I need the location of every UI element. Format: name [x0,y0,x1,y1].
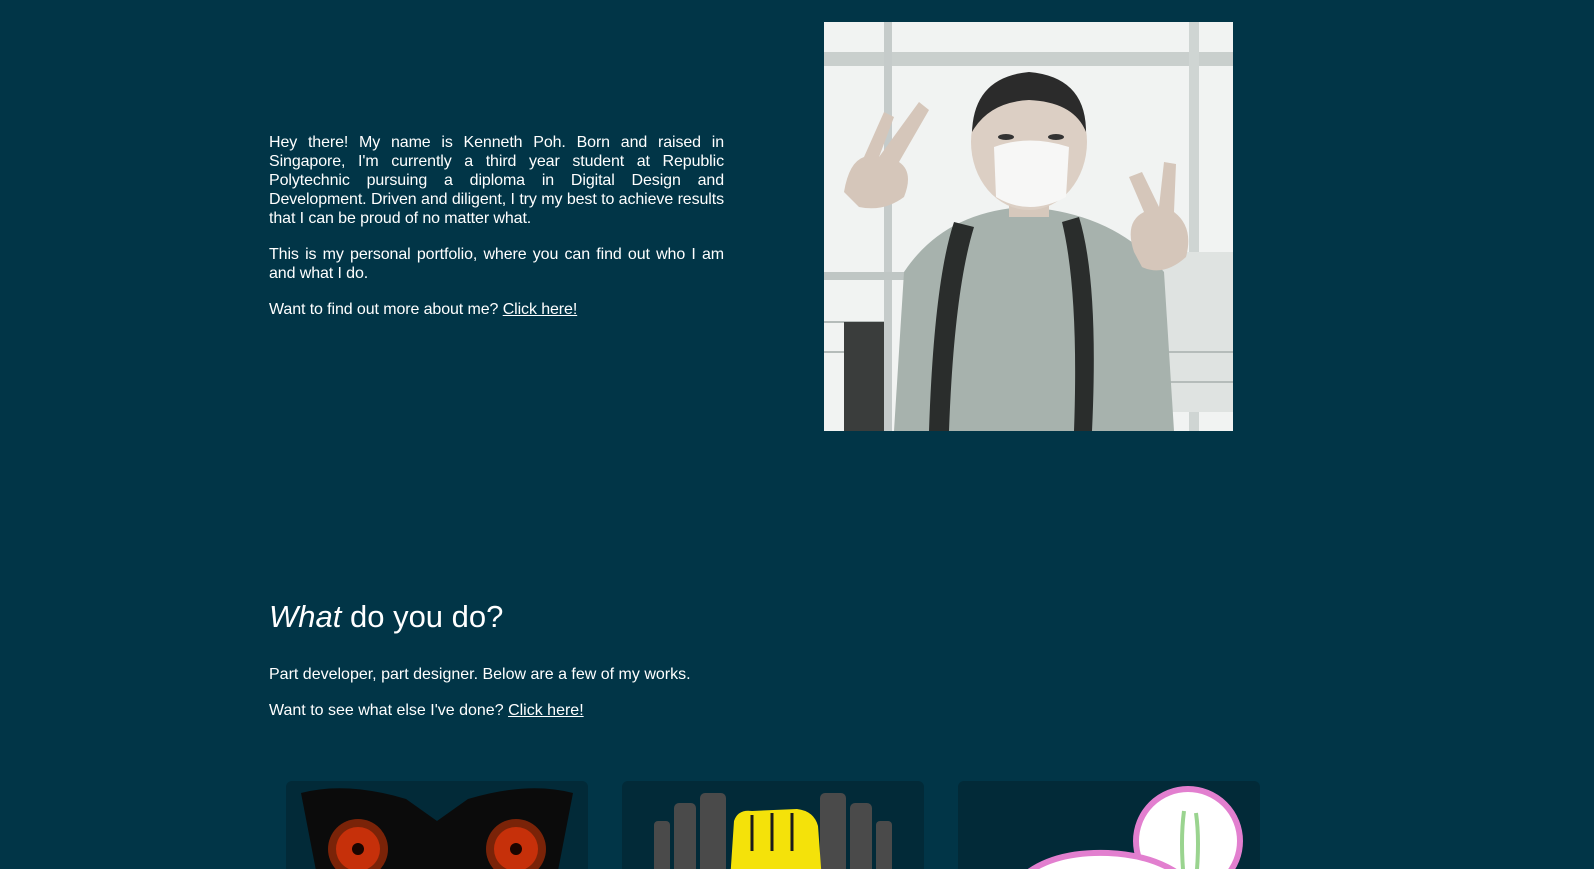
about-me-prompt: Want to find out more about me? [269,301,499,318]
profile-photo [824,22,1233,431]
what-description: Part developer, part designer. Below are… [269,666,691,683]
about-me-link[interactable]: Click here! [503,301,578,318]
intro-paragraph-2: This is my personal portfolio, where you… [269,246,724,282]
about-me-line: Want to find out more about me? Click he… [269,300,724,319]
work-card-1[interactable] [286,781,588,869]
intro-section: Hey there! My name is Kenneth Poh. Born … [269,133,724,336]
work-card-3[interactable] [958,781,1260,869]
pink-character-logo-icon [1027,786,1243,869]
what-heading: What do you do? [269,598,969,636]
see-more-link[interactable]: Click here! [508,702,584,719]
what-heading-rest: do you do? [341,599,504,634]
fist-dumbbell-logo-icon [654,793,892,869]
owl-mask-logo-icon [301,788,573,869]
profile-photo-illustration [824,22,1233,431]
portfolio-page: Hey there! My name is Kenneth Poh. Born … [0,0,1594,869]
intro-paragraph-1: Hey there! My name is Kenneth Poh. Born … [269,134,724,227]
see-more-line: Want to see what else I've done? Click h… [269,701,969,720]
what-heading-emphasis: What [269,599,342,634]
see-more-prompt: Want to see what else I've done? [269,702,504,719]
what-section: What do you do? Part developer, part des… [269,598,969,737]
work-card-2[interactable] [622,781,924,869]
